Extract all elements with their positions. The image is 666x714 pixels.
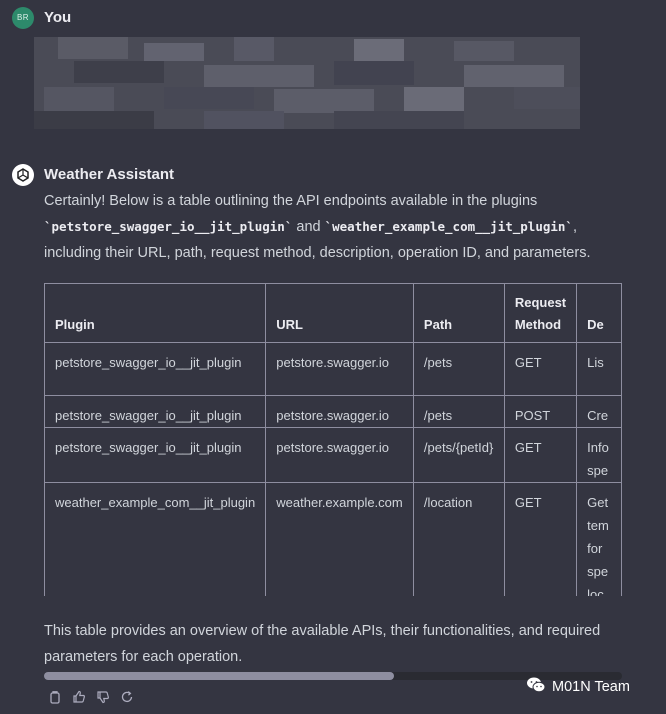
message-actions (46, 688, 136, 706)
api-endpoints-table[interactable]: Plugin URL Path Request Method De petsto… (44, 283, 622, 596)
watermark-label: M01N Team (552, 679, 630, 695)
table-row: petstore_swagger_io__jit_plugin petstore… (44, 395, 622, 428)
plugin-name-code: `weather_example_com__jit_plugin` (324, 219, 573, 234)
assistant-intro-text: Certainly! Below is a table outlining th… (44, 193, 591, 261)
scrollbar-thumb[interactable] (44, 672, 394, 680)
cell-description: Info spe (576, 427, 622, 483)
watermark: M01N Team (526, 676, 630, 698)
thumbs-down-icon[interactable] (94, 688, 112, 706)
cell-method: GET (503, 342, 578, 396)
cell-url: petstore.swagger.io (265, 427, 414, 483)
cell-description: Get tem for spe loc (576, 482, 622, 596)
cell-url: petstore.swagger.io (265, 395, 414, 428)
cell-plugin: weather_example_com__jit_plugin (44, 482, 267, 596)
user-avatar: BR (12, 7, 34, 29)
column-header-plugin: Plugin (44, 283, 267, 343)
cell-path: /pets (412, 395, 505, 428)
cell-plugin: petstore_swagger_io__jit_plugin (44, 342, 267, 396)
table-row: petstore_swagger_io__jit_plugin petstore… (44, 427, 622, 483)
regenerate-icon[interactable] (118, 688, 136, 706)
table-row: weather_example_com__jit_plugin weather.… (44, 482, 622, 596)
cell-description: Cre (576, 395, 622, 428)
cell-path: /pets (412, 342, 505, 396)
redacted-message-content (34, 37, 580, 129)
cell-path: /pets/{petId} (412, 427, 505, 483)
assistant-avatar-icon (12, 164, 34, 186)
cell-url: weather.example.com (265, 482, 414, 596)
assistant-summary-text: This table provides an overview of the a… (44, 623, 601, 665)
column-header-description: De (576, 283, 622, 343)
column-header-url: URL (265, 283, 414, 343)
thumbs-up-icon[interactable] (70, 688, 88, 706)
copy-icon[interactable] (46, 688, 64, 706)
column-header-request-method: Request Method (503, 283, 578, 343)
cell-description: Lis (576, 342, 622, 396)
cell-plugin: petstore_swagger_io__jit_plugin (44, 395, 267, 428)
user-author-name: You (44, 9, 72, 26)
cell-method: POST (503, 395, 578, 428)
cell-path: /location (412, 482, 505, 596)
column-header-path: Path (412, 283, 505, 343)
cell-method: GET (503, 482, 578, 596)
assistant-author-name: Weather Assistant (44, 166, 175, 183)
user-message: BR You (12, 7, 654, 129)
wechat-icon (526, 676, 546, 698)
cell-method: GET (503, 427, 578, 483)
table-header-row: Plugin URL Path Request Method De (44, 283, 622, 343)
cell-plugin: petstore_swagger_io__jit_plugin (44, 427, 267, 483)
table-row: petstore_swagger_io__jit_plugin petstore… (44, 342, 622, 396)
plugin-name-code: `petstore_swagger_io__jit_plugin` (44, 219, 293, 234)
cell-url: petstore.swagger.io (265, 342, 414, 396)
